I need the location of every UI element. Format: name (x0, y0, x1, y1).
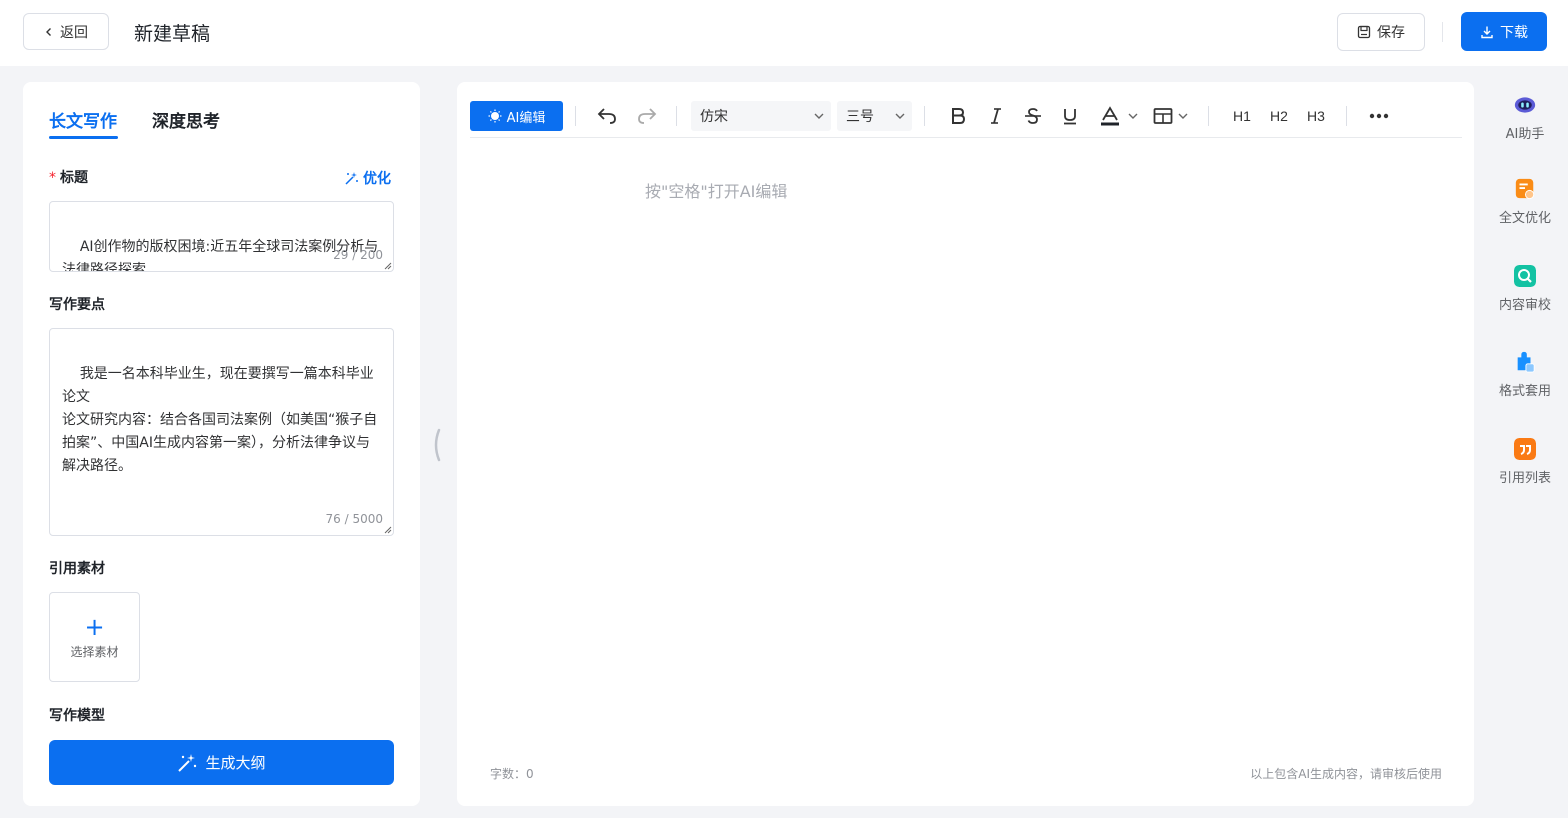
editor-panel: AI编辑 仿宋 三号 H1 H2 H3 按"空格"打开AI编辑 字数：0 以上包… (457, 82, 1474, 806)
editor-placeholder[interactable]: 按"空格"打开AI编辑 (645, 178, 787, 202)
page-title: 新建草稿 (134, 23, 211, 45)
writing-settings-panel: 长文写作 深度思考 * 标题 优化 AI创作物的版权困境:近五年全球司法案例分析与… (23, 82, 420, 806)
more-dots-icon (1369, 113, 1389, 119)
rail-label: 格式套用 (1498, 384, 1551, 399)
rail-label: 内容审校 (1498, 298, 1551, 313)
select-material-label: 选择素材 (70, 644, 119, 659)
writing-points-value: 我是一名本科毕业生，现在要撰写一篇本科毕业论文 论文研究内容：结合各国司法案例（… (62, 366, 378, 474)
top-bar: 返回 新建草稿 保存 下载 (0, 0, 1568, 66)
toolbar-divider (1208, 106, 1209, 126)
chevron-down-icon (814, 113, 824, 119)
required-mark: * (49, 170, 56, 186)
optimize-title-button[interactable]: 优化 (344, 168, 391, 188)
rail-citation-list[interactable]: 引用列表 (1486, 438, 1564, 486)
download-icon (1481, 26, 1493, 38)
writing-points-input[interactable]: 我是一名本科毕业生，现在要撰写一篇本科毕业论文 论文研究内容：结合各国司法案例（… (49, 328, 394, 536)
table-icon (1153, 108, 1173, 124)
back-button[interactable]: 返回 (23, 13, 109, 50)
rail-format-apply[interactable]: 格式套用 (1486, 351, 1564, 399)
bold-icon (952, 108, 966, 124)
header-divider (1442, 22, 1443, 42)
collapse-panel-handle[interactable] (431, 428, 441, 462)
text-color-icon (1101, 106, 1119, 126)
magic-wand-icon (345, 171, 358, 185)
text-color-button[interactable] (1095, 101, 1143, 131)
redo-button[interactable] (634, 101, 660, 131)
generate-outline-label: 生成大纲 (205, 754, 266, 772)
resize-grip-icon[interactable] (384, 526, 392, 534)
font-family-value: 仿宋 (700, 109, 728, 125)
back-label: 返回 (60, 24, 88, 41)
word-count: 字数：0 (490, 767, 534, 781)
heading2-button[interactable]: H2 (1264, 101, 1294, 131)
material-field-label: 引用素材 (49, 561, 105, 577)
points-char-counter: 76 / 5000 (325, 512, 383, 526)
title-input[interactable]: AI创作物的版权困境:近五年全球司法案例分析与法律路径探索 29 / 200 (49, 201, 394, 272)
chevron-down-icon (1178, 113, 1188, 119)
strikethrough-icon (1025, 108, 1041, 124)
active-tab-indicator (49, 136, 118, 139)
generate-outline-button[interactable]: 生成大纲 (49, 740, 394, 785)
doc-optimize-icon (1515, 178, 1535, 200)
ai-edit-button[interactable]: AI编辑 (470, 101, 563, 131)
title-char-counter: 29 / 200 (333, 248, 383, 262)
save-icon (1357, 25, 1371, 39)
ai-bulb-icon (488, 109, 502, 123)
title-input-value: AI创作物的版权困境:近五年全球司法案例分析与法律路径探索 (62, 239, 379, 272)
rail-content-review[interactable]: 内容审校 (1486, 265, 1564, 313)
ai-edit-label: AI编辑 (506, 110, 546, 126)
title-label-text: 标题 (60, 170, 88, 186)
undo-button[interactable] (594, 101, 620, 131)
font-size-value: 三号 (846, 109, 874, 125)
chevron-down-icon (1128, 113, 1138, 119)
redo-icon (638, 108, 657, 124)
tab-deep-thinking[interactable]: 深度思考 (152, 107, 220, 132)
rail-full-text-optimize[interactable]: 全文优化 (1486, 178, 1564, 226)
title-field-label: * 标题 (49, 167, 88, 187)
toolbar-divider (1346, 106, 1347, 126)
format-apply-icon (1517, 351, 1535, 373)
rail-label: 引用列表 (1498, 471, 1551, 486)
magic-wand-icon (178, 753, 197, 772)
download-button[interactable]: 下载 (1461, 12, 1547, 51)
table-button[interactable] (1149, 101, 1193, 131)
undo-icon (597, 108, 616, 124)
select-material-button[interactable]: + 选择素材 (49, 592, 140, 682)
ai-disclaimer: 以上包含AI生成内容，请审核后使用 (1250, 767, 1442, 781)
save-button[interactable]: 保存 (1337, 13, 1425, 51)
plus-icon: + (84, 612, 105, 641)
font-size-select[interactable]: 三号 (837, 101, 912, 131)
robot-icon (1514, 97, 1536, 113)
chevron-down-icon (895, 113, 905, 119)
toolbar-divider (924, 106, 925, 126)
toolbar-divider (575, 106, 576, 126)
italic-icon (991, 108, 1001, 124)
font-family-select[interactable]: 仿宋 (691, 101, 831, 131)
underline-icon (1064, 109, 1076, 125)
underline-button[interactable] (1057, 101, 1083, 131)
model-field-label: 写作模型 (49, 708, 105, 724)
download-label: 下载 (1500, 24, 1528, 41)
optimize-label: 优化 (363, 171, 391, 187)
quote-icon (1514, 438, 1536, 460)
tab-long-writing[interactable]: 长文写作 (49, 107, 117, 132)
heading1-button[interactable]: H1 (1227, 101, 1257, 131)
editor-toolbar: AI编辑 仿宋 三号 H1 H2 H3 (470, 100, 1462, 138)
resize-grip-icon[interactable] (384, 262, 392, 270)
chevron-left-icon (46, 27, 51, 36)
strikethrough-button[interactable] (1020, 101, 1046, 131)
more-options-button[interactable] (1366, 101, 1392, 131)
rail-label: AI助手 (1505, 127, 1545, 142)
toolbar-divider (676, 106, 677, 126)
italic-button[interactable] (983, 101, 1009, 131)
points-field-label: 写作要点 (49, 297, 105, 313)
rail-label: 全文优化 (1498, 211, 1551, 226)
save-label: 保存 (1377, 25, 1405, 41)
rail-ai-assistant[interactable]: AI助手 (1486, 94, 1564, 142)
bold-button[interactable] (945, 101, 971, 131)
heading3-button[interactable]: H3 (1301, 101, 1331, 131)
search-review-icon (1514, 265, 1536, 287)
